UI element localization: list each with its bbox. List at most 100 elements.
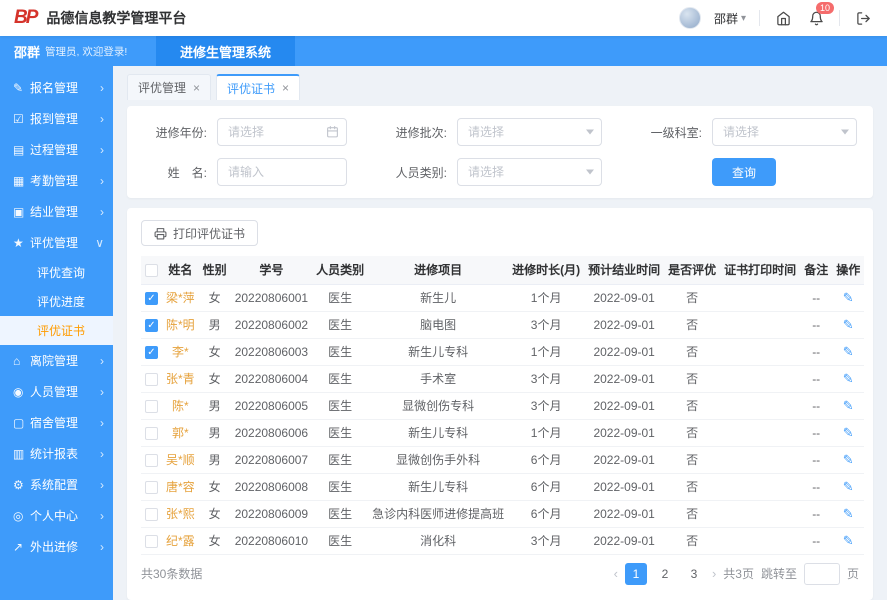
name-input[interactable] (217, 158, 347, 186)
edit-icon[interactable]: ✎ (843, 371, 854, 386)
sub-header: 邵群 管理员, 欢迎登录! 进修生管理系统 (0, 36, 887, 66)
sidebar-subitem-3[interactable]: 评优证书 (0, 316, 113, 345)
table-row: 陈* 男 20220806005 医生 显微创伤专科 3个月 2022-09-0… (141, 392, 865, 420)
cell-person-type: 医生 (312, 446, 369, 474)
cell-awarded: 否 (664, 284, 721, 312)
user-dropdown[interactable]: 邵群 ▾ (714, 10, 746, 27)
page-button-3[interactable]: 3 (683, 563, 705, 585)
cell-duration: 1个月 (508, 284, 585, 312)
sidebar-item-10[interactable]: ▥ 统计报表 › (0, 438, 113, 469)
edit-icon[interactable]: ✎ (843, 425, 854, 440)
table-row: 唐*容 女 20220806008 医生 新生儿专科 6个月 2022-09-0… (141, 473, 865, 501)
menu-icon: ↗ (13, 539, 24, 554)
sidebar-item-label: 报到管理 (30, 112, 79, 126)
chevron-down-icon (586, 129, 594, 135)
row-checkbox[interactable] (145, 453, 158, 467)
system-tab[interactable]: 进修生管理系统 (156, 36, 296, 66)
sidebar-item-7[interactable]: ⌂ 离院管理 › (0, 345, 113, 376)
edit-icon[interactable]: ✎ (843, 290, 854, 305)
sidebar-item-3[interactable]: ▤ 过程管理 › (0, 134, 113, 165)
cell-duration: 1个月 (508, 338, 585, 366)
tab-pingyou-guanli[interactable]: 评优管理 × (127, 74, 212, 100)
sidebar-item-label: 宿舍管理 (30, 416, 79, 430)
cell-student-id: 20220806008 (230, 473, 313, 501)
jump-page-input[interactable] (803, 562, 840, 585)
cell-duration: 3个月 (508, 365, 585, 393)
cell-student-id: 20220806005 (230, 392, 313, 420)
sidebar-subitem-1[interactable]: 评优查询 (0, 258, 113, 287)
cell-student-id: 20220806004 (230, 365, 313, 393)
batch-select[interactable] (457, 118, 602, 146)
cell-awarded: 否 (664, 527, 721, 555)
next-page-button[interactable]: › (712, 566, 716, 581)
filter-label-dept: 一级科室: (650, 125, 702, 140)
home-button[interactable] (773, 8, 793, 28)
cell-print-time (720, 311, 801, 339)
edit-icon[interactable]: ✎ (843, 317, 854, 332)
cell-student-id: 20220806002 (230, 311, 313, 339)
sidebar-item-9[interactable]: ▢ 宿舍管理 › (0, 407, 113, 438)
cell-duration: 3个月 (508, 311, 585, 339)
cell-name: 张*青 (162, 365, 199, 393)
cell-print-time (720, 284, 801, 312)
row-checkbox[interactable] (145, 291, 158, 305)
cell-awarded: 否 (664, 392, 721, 420)
dept-select[interactable] (712, 118, 857, 146)
prev-page-button[interactable]: ‹ (614, 566, 618, 581)
menu-icon: ☑ (13, 111, 24, 126)
edit-icon[interactable]: ✎ (843, 344, 854, 359)
column-header: 性别 (198, 256, 231, 285)
row-checkbox[interactable] (145, 318, 158, 332)
row-checkbox[interactable] (145, 372, 158, 386)
close-icon[interactable]: × (282, 81, 289, 95)
person-type-select[interactable] (457, 158, 602, 186)
row-checkbox[interactable] (145, 480, 158, 494)
edit-icon[interactable]: ✎ (843, 452, 854, 467)
sidebar-item-13[interactable]: ↗ 外出进修 › (0, 531, 113, 562)
menu-icon: ⚙ (13, 477, 24, 492)
page-button-2[interactable]: 2 (654, 563, 676, 585)
select-all-checkbox[interactable] (145, 263, 158, 277)
row-checkbox[interactable] (145, 399, 158, 413)
sidebar-item-8[interactable]: ◉ 人员管理 › (0, 376, 113, 407)
sidebar-subitem-2[interactable]: 评优进度 (0, 287, 113, 316)
row-checkbox[interactable] (145, 534, 158, 548)
query-button[interactable]: 查询 (712, 158, 777, 186)
user-avatar[interactable] (678, 7, 701, 29)
edit-icon[interactable]: ✎ (843, 506, 854, 521)
sidebar-item-11[interactable]: ⚙ 系统配置 › (0, 469, 113, 500)
sidebar-item-4[interactable]: ▦ 考勤管理 › (0, 165, 113, 196)
sidebar-item-1[interactable]: ✎ 报名管理 › (0, 72, 113, 103)
edit-icon[interactable]: ✎ (843, 479, 854, 494)
cell-name: 唐*容 (162, 473, 199, 501)
tab-pingyou-zhengshu[interactable]: 评优证书 × (216, 74, 301, 100)
cell-project: 新生儿专科 (368, 473, 509, 501)
chevron-icon: › (100, 415, 104, 430)
chevron-down-icon: ▾ (740, 12, 746, 24)
close-icon[interactable]: × (193, 81, 200, 95)
sidebar-item-12[interactable]: ◎ 个人中心 › (0, 500, 113, 531)
sidebar-item-5[interactable]: ▣ 结业管理 › (0, 196, 113, 227)
edit-icon[interactable]: ✎ (843, 398, 854, 413)
chevron-icon: › (100, 446, 104, 461)
row-checkbox[interactable] (145, 507, 158, 521)
cell-name: 吴*顺 (162, 446, 199, 474)
row-checkbox[interactable] (145, 426, 158, 440)
cell-person-type: 医生 (312, 419, 369, 447)
sidebar-subitem-label: 评优证书 (37, 324, 86, 338)
page-button-1[interactable]: 1 (624, 562, 647, 585)
sidebar-item-label: 人员管理 (30, 385, 79, 399)
cell-student-id: 20220806006 (230, 419, 313, 447)
sidebar-item-label: 统计报表 (30, 447, 79, 461)
row-checkbox[interactable] (145, 345, 158, 359)
total-count-text: 共30条数据 (141, 567, 203, 581)
cell-remark: -- (800, 338, 833, 366)
logout-button[interactable] (853, 8, 873, 28)
print-certificates-button[interactable]: 打印评优证书 (141, 220, 259, 246)
edit-icon[interactable]: ✎ (843, 533, 854, 548)
column-header: 姓名 (162, 256, 199, 285)
sidebar-item-2[interactable]: ☑ 报到管理 › (0, 103, 113, 134)
notifications-button[interactable]: 10 (806, 2, 834, 28)
cell-print-time (720, 527, 801, 555)
sidebar-item-6[interactable]: ★ 评优管理 ∨ (0, 227, 113, 258)
